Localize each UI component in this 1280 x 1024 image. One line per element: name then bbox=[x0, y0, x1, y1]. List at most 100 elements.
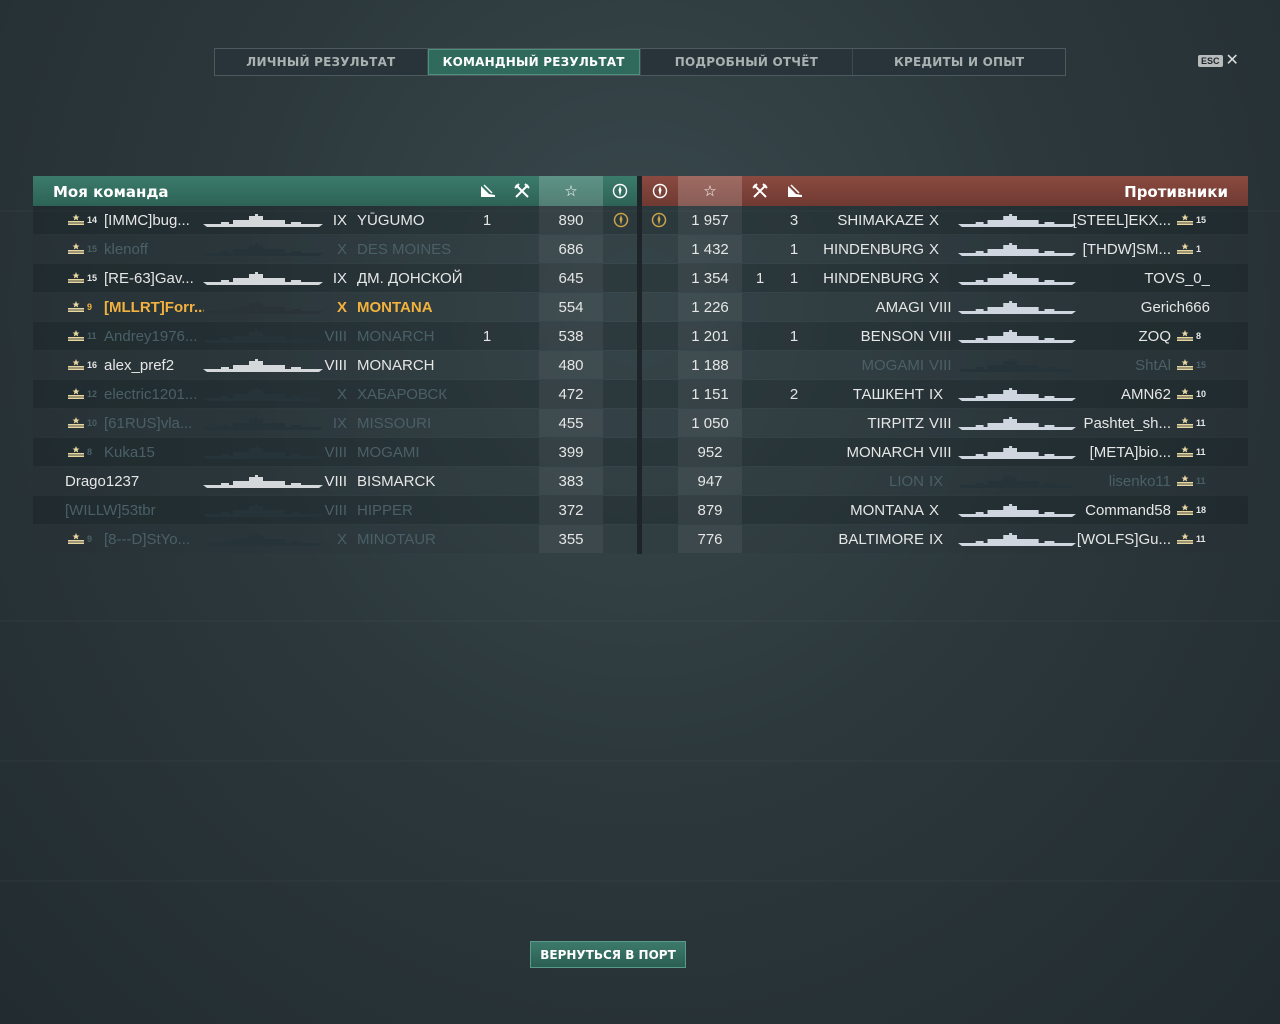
table-row[interactable]: Drago1237 VIII BISMARCK 383 bbox=[33, 467, 637, 495]
rank-stars-icon bbox=[68, 243, 84, 254]
table-row[interactable]: 1 201 1 BENSON VIII ZOQ 8 bbox=[642, 322, 1248, 350]
tab-credits-and-xp[interactable]: КРЕДИТЫ И ОПЫТ bbox=[853, 49, 1065, 75]
ships-destroyed: 3 bbox=[789, 212, 799, 229]
player-name[interactable]: [WILLW]53tbr bbox=[65, 502, 165, 519]
player-name[interactable]: lisenko11 bbox=[1071, 473, 1171, 490]
ships-destroyed: 1 bbox=[789, 241, 799, 258]
base-xp: 1 957 bbox=[691, 212, 729, 229]
table-row[interactable]: 1 354 1 1 HINDENBURG X TOVS_0_ bbox=[642, 264, 1248, 292]
return-to-port-button[interactable]: ВЕРНУТЬСЯ В ПОРТ bbox=[530, 941, 686, 968]
player-name[interactable]: Kuka15 bbox=[104, 444, 204, 461]
ship-silhouette-icon bbox=[203, 272, 323, 291]
rank-badge: 11 bbox=[1176, 475, 1206, 486]
base-xp: 538 bbox=[558, 328, 584, 345]
table-row[interactable]: 776 BALTIMORE IX [WOLFS]Gu... 11 bbox=[642, 525, 1248, 553]
ship-silhouette-icon bbox=[958, 359, 1076, 378]
plane-kill-icon bbox=[471, 176, 505, 206]
rank-stars-icon bbox=[68, 214, 84, 225]
table-row[interactable]: 952 MONARCH VIII [META]bio... 11 bbox=[642, 438, 1248, 466]
player-name[interactable]: AMN62 bbox=[1071, 386, 1171, 403]
table-row[interactable]: 11 Andrey1976... VIII MONARCH 1 538 bbox=[33, 322, 637, 350]
player-name[interactable]: [THDW]SM... bbox=[1071, 241, 1171, 258]
player-name[interactable]: [META]bio... bbox=[1071, 444, 1171, 461]
rank-badge: 15 bbox=[67, 272, 97, 283]
ship-silhouette-icon bbox=[203, 417, 323, 436]
table-row[interactable]: 947 LION IX lisenko11 11 bbox=[642, 467, 1248, 495]
table-row[interactable]: 1 151 2 ТАШКЕНТ IX AMN62 10 bbox=[642, 380, 1248, 408]
rank-level: 9 bbox=[87, 533, 93, 544]
rank-badge: 9 bbox=[67, 301, 92, 312]
ship-silhouette-icon bbox=[958, 388, 1076, 407]
table-row[interactable]: 15 klenoff X DES MOINES 686 bbox=[33, 235, 637, 263]
table-row[interactable]: 879 MONTANA X Command58 18 bbox=[642, 496, 1248, 524]
ship-name: MONARCH bbox=[357, 357, 435, 374]
player-name[interactable]: Drago1237 bbox=[65, 473, 165, 490]
tab-team-result[interactable]: КОМАНДНЫЙ РЕЗУЛЬТАТ bbox=[427, 49, 641, 75]
player-name[interactable]: [STEEL]EKX... bbox=[1071, 212, 1171, 229]
table-row[interactable]: 1 432 1 HINDENBURG X [THDW]SM... 1 bbox=[642, 235, 1248, 263]
player-name[interactable]: ShtAl bbox=[1071, 357, 1171, 374]
rank-medal-icon bbox=[603, 176, 637, 206]
table-row[interactable]: [WILLW]53tbr VIII HIPPER 372 bbox=[33, 496, 637, 524]
ship-silhouette-icon bbox=[203, 504, 323, 523]
player-name[interactable]: ZOQ bbox=[1071, 328, 1172, 345]
ship-name: MONARCH bbox=[357, 328, 435, 345]
table-row[interactable]: 1 957 3 SHIMAKAZE X [STEEL]EKX... 15 bbox=[642, 206, 1248, 234]
rank-badge: 15 bbox=[1176, 214, 1206, 225]
table-row[interactable]: 15 [RE-63]Gav... IX ДМ. ДОНСКОЙ 645 bbox=[33, 264, 637, 292]
table-row[interactable]: 14 [IMMC]bug... IX YŪGUMO 1 890 bbox=[33, 206, 637, 234]
player-name[interactable]: [RE-63]Gav... bbox=[104, 270, 204, 287]
ship-tier: VIII bbox=[929, 357, 952, 374]
base-xp: 372 bbox=[558, 502, 584, 519]
rank-stars-icon bbox=[1177, 533, 1193, 544]
player-name[interactable]: [IMMC]bug... bbox=[104, 212, 204, 229]
rank-stars-icon bbox=[68, 272, 84, 283]
player-name[interactable]: klenoff bbox=[104, 241, 204, 258]
ship-name: YŪGUMO bbox=[357, 212, 425, 229]
base-xp: 947 bbox=[697, 473, 723, 490]
table-row[interactable]: 9 [8---D]StYo... X MINOTAUR 355 bbox=[33, 525, 637, 553]
player-name[interactable]: TOVS_0_ bbox=[1110, 270, 1210, 287]
enemy-team-header: ☆ Противники bbox=[642, 176, 1248, 206]
rank-level: 15 bbox=[1196, 359, 1207, 370]
rank-badge: 8 bbox=[67, 446, 92, 457]
table-row[interactable]: 1 188 MOGAMI VIII ShtAl 15 bbox=[642, 351, 1248, 379]
player-name[interactable]: [8---D]StYo... bbox=[104, 531, 204, 548]
player-name[interactable]: [WOLFS]Gu... bbox=[1071, 531, 1171, 548]
rank-badge: 9 bbox=[67, 533, 92, 544]
player-name[interactable]: electric1201... bbox=[104, 386, 204, 403]
ship-name: HIPPER bbox=[357, 502, 413, 519]
tab-personal-result[interactable]: ЛИЧНЫЙ РЕЗУЛЬТАТ bbox=[215, 49, 428, 75]
player-name[interactable]: Pashtet_sh... bbox=[1071, 415, 1171, 432]
ship-tier: IX bbox=[332, 270, 347, 287]
table-row[interactable]: 16 alex_pref2 VIII MONARCH 480 bbox=[33, 351, 637, 379]
player-name[interactable]: Andrey1976... bbox=[104, 328, 204, 345]
ship-name: MOGAMI bbox=[861, 357, 925, 374]
ship-tier: X bbox=[929, 502, 940, 519]
base-xp: 472 bbox=[558, 386, 584, 403]
ships-destroyed: 2 bbox=[789, 386, 799, 403]
player-name[interactable]: [MLLRT]Forr... bbox=[104, 299, 204, 316]
ship-silhouette-icon bbox=[958, 417, 1076, 436]
table-row[interactable]: 1 050 TIRPITZ VIII Pashtet_sh... 11 bbox=[642, 409, 1248, 437]
table-row[interactable]: 12 electric1201... X ХАБАРОВСК 472 bbox=[33, 380, 637, 408]
player-name[interactable]: alex_pref2 bbox=[104, 357, 204, 374]
close-button[interactable]: ESC ✕ bbox=[1198, 53, 1239, 69]
table-row[interactable]: 10 [61RUS]vla... IX MISSOURI 455 bbox=[33, 409, 637, 437]
ship-tier: VIII bbox=[324, 502, 347, 519]
player-name[interactable]: [61RUS]vla... bbox=[104, 415, 204, 432]
rank-level: 11 bbox=[87, 330, 97, 341]
base-xp: 1 151 bbox=[691, 386, 729, 403]
table-row[interactable]: 9 [MLLRT]Forr... X MONTANA 554 bbox=[33, 293, 637, 321]
plane-kill-icon bbox=[778, 176, 812, 206]
player-name[interactable]: Gerich666 bbox=[1110, 299, 1210, 316]
base-xp: 1 188 bbox=[691, 357, 729, 374]
player-name[interactable]: Command58 bbox=[1071, 502, 1171, 519]
table-row[interactable]: 8 Kuka15 VIII MOGAMI 399 bbox=[33, 438, 637, 466]
rank-badge: 14 bbox=[67, 214, 97, 225]
ship-name: MISSOURI bbox=[357, 415, 432, 432]
enemy-team-title: Противники bbox=[1124, 183, 1228, 201]
table-row[interactable]: 1 226 AMAGI VIII Gerich666 bbox=[642, 293, 1248, 321]
base-xp: 1 201 bbox=[691, 328, 729, 345]
tab-detailed-report[interactable]: ПОДРОБНЫЙ ОТЧЁТ bbox=[641, 49, 854, 75]
